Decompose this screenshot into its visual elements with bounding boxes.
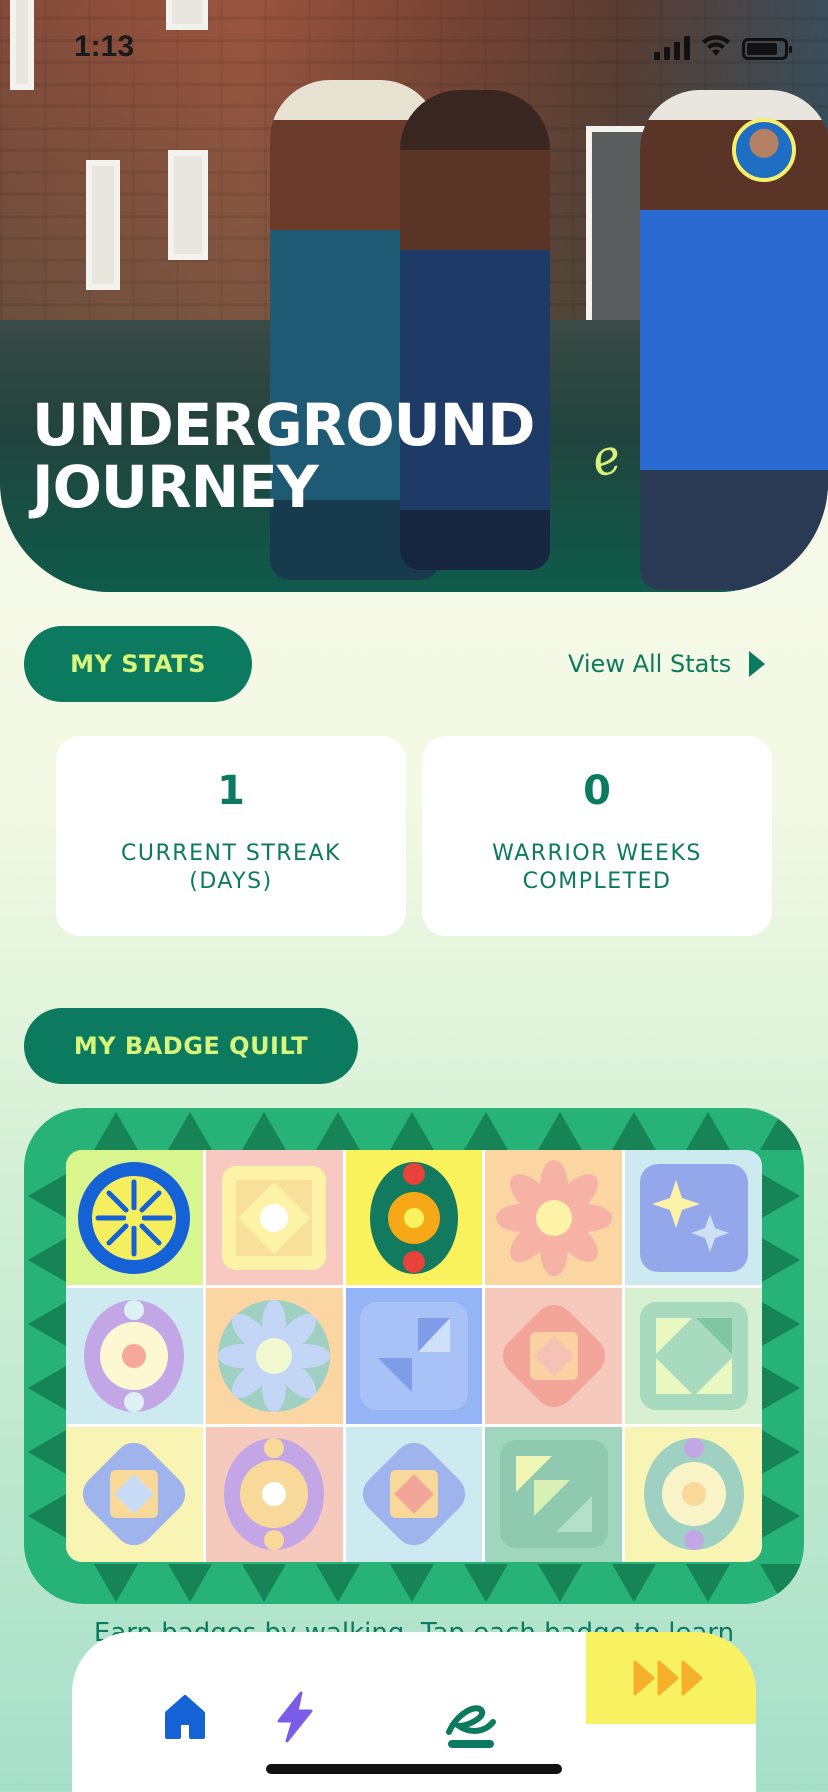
steps-badge-icon bbox=[359, 1301, 468, 1410]
daisy-badge[interactable] bbox=[205, 1288, 343, 1424]
flower-badge-icon bbox=[495, 1159, 612, 1276]
stat-value: 1 bbox=[217, 768, 245, 814]
building-window bbox=[168, 150, 208, 260]
diamond-square-badge-icon bbox=[222, 1165, 327, 1270]
lightning-icon bbox=[277, 1691, 313, 1743]
triangles-badge-icon bbox=[499, 1440, 608, 1549]
my-stats-header: MY STATS bbox=[24, 626, 252, 702]
oval-ring-badge-3-icon bbox=[643, 1438, 744, 1551]
fast-forward-icon bbox=[633, 1660, 703, 1696]
home-icon bbox=[165, 1695, 205, 1739]
hero-title-line: UNDERGROUND bbox=[32, 391, 535, 459]
rhombus-square-badge-icon bbox=[83, 1443, 186, 1546]
stat-label: WARRIOR WEEKS COMPLETED bbox=[492, 841, 702, 894]
view-all-stats-label: View All Stats bbox=[568, 650, 732, 678]
badge-quilt bbox=[24, 1108, 804, 1604]
status-bar: 1:13 bbox=[0, 0, 828, 100]
stat-card-current-streak: 1 CURRENT STREAK (DAYS) bbox=[56, 736, 406, 936]
sparkle-badge[interactable] bbox=[625, 1150, 762, 1286]
rhombus-badge-icon bbox=[502, 1304, 605, 1408]
status-time: 1:13 bbox=[74, 30, 135, 63]
quilt-border-bottom bbox=[94, 1564, 804, 1602]
home-indicator[interactable] bbox=[266, 1764, 562, 1774]
sparkle-badge-icon bbox=[639, 1163, 748, 1272]
rhombus-badge[interactable] bbox=[485, 1288, 623, 1424]
wifi-icon bbox=[702, 35, 730, 56]
oval-ring-badge-icon bbox=[84, 1299, 185, 1412]
daisy-badge-icon bbox=[218, 1299, 331, 1412]
stat-value: 0 bbox=[583, 768, 611, 814]
steps-badge[interactable] bbox=[345, 1288, 483, 1424]
tab-fast-forward[interactable] bbox=[586, 1632, 756, 1724]
quilt-border-top bbox=[94, 1112, 804, 1150]
diamond-square-badge[interactable] bbox=[205, 1150, 343, 1286]
oval-ring-badge[interactable] bbox=[66, 1288, 203, 1424]
tab-walk[interactable] bbox=[426, 1672, 516, 1762]
battery-icon bbox=[742, 38, 792, 60]
walker-figure bbox=[640, 90, 828, 590]
view-all-stats-link[interactable]: View All Stats bbox=[568, 644, 766, 684]
oval-ring-badge-2-icon bbox=[224, 1438, 325, 1551]
flower-badge[interactable] bbox=[485, 1150, 623, 1286]
hero-title-line: JOURNEY bbox=[32, 453, 319, 521]
rhombus-badge-2[interactable] bbox=[345, 1426, 483, 1562]
oval-dot-badge-icon bbox=[369, 1161, 458, 1274]
pinwheel-badge[interactable] bbox=[625, 1288, 762, 1424]
quilt-border-right bbox=[762, 1174, 800, 1538]
sun-badge-icon bbox=[78, 1161, 191, 1274]
stat-card-warrior-weeks: 0 WARRIOR WEEKS COMPLETED bbox=[422, 736, 772, 936]
cellular-signal-icon bbox=[654, 36, 690, 60]
oval-ring-badge-3[interactable] bbox=[625, 1426, 762, 1562]
quilt-border-left bbox=[28, 1174, 66, 1538]
oval-dot-badge[interactable] bbox=[345, 1150, 483, 1286]
stat-label: CURRENT STREAK (DAYS) bbox=[121, 841, 341, 894]
tab-activity[interactable] bbox=[250, 1672, 340, 1762]
profile-avatar[interactable] bbox=[732, 118, 796, 182]
badge-grid bbox=[66, 1150, 762, 1562]
rhombus-square-badge[interactable] bbox=[66, 1426, 203, 1562]
pinwheel-badge-icon bbox=[639, 1301, 748, 1410]
sun-badge[interactable] bbox=[66, 1150, 203, 1286]
oval-ring-badge-2[interactable] bbox=[205, 1426, 343, 1562]
tab-home[interactable] bbox=[140, 1672, 230, 1762]
triangles-badge[interactable] bbox=[485, 1426, 623, 1562]
active-tab-indicator bbox=[448, 1740, 494, 1748]
walk-logo-icon bbox=[446, 1705, 496, 1735]
building-window bbox=[86, 160, 120, 290]
my-badge-quilt-header: MY BADGE QUILT bbox=[24, 1008, 358, 1084]
rhombus-badge-2-icon bbox=[362, 1443, 466, 1546]
hero-title: UNDERGROUND JOURNEY bbox=[32, 391, 535, 521]
chevron-right-icon bbox=[749, 651, 766, 677]
